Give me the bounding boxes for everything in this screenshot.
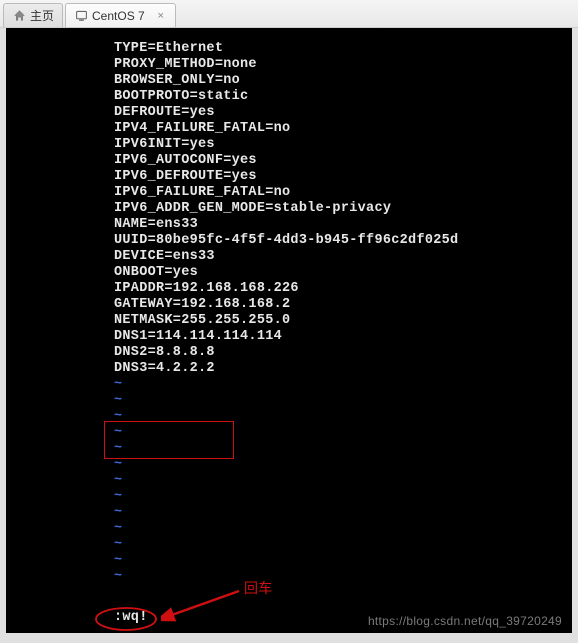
tilde-line: ~ [6, 457, 572, 473]
vim-command: :wq! [114, 610, 148, 626]
tilde-line: ~ [6, 441, 572, 457]
config-line: TYPE=Ethernet [6, 41, 572, 57]
config-line: DNS3=4.2.2.2 [6, 361, 572, 377]
config-line: UUID=80be95fc-4f5f-4dd3-b945-ff96c2df025… [6, 233, 572, 249]
config-line: DEFROUTE=yes [6, 105, 572, 121]
config-line: DNS1=114.114.114.114 [6, 329, 572, 345]
config-line: IPV6_AUTOCONF=yes [6, 153, 572, 169]
config-line: PROXY_METHOD=none [6, 57, 572, 73]
home-icon [12, 9, 26, 23]
tilde-line: ~ [6, 537, 572, 553]
tilde-line: ~ [6, 553, 572, 569]
config-line: IPV4_FAILURE_FATAL=no [6, 121, 572, 137]
close-icon[interactable]: × [155, 10, 167, 22]
config-line: NETMASK=255.255.255.0 [6, 313, 572, 329]
tilde-lines: ~~~~~~~~~~~~~ [6, 377, 572, 585]
tilde-line: ~ [6, 489, 572, 505]
config-line: IPADDR=192.168.168.226 [6, 281, 572, 297]
tilde-line: ~ [6, 377, 572, 393]
tilde-line: ~ [6, 425, 572, 441]
config-content: TYPE=EthernetPROXY_METHOD=noneBROWSER_ON… [6, 41, 572, 377]
config-line: DNS2=8.8.8.8 [6, 345, 572, 361]
config-line: ONBOOT=yes [6, 265, 572, 281]
tilde-line: ~ [6, 569, 572, 585]
config-line: NAME=ens33 [6, 217, 572, 233]
tilde-line: ~ [6, 409, 572, 425]
watermark: https://blog.csdn.net/qq_39720249 [368, 613, 562, 629]
tilde-line: ~ [6, 473, 572, 489]
config-line: IPV6_DEFROUTE=yes [6, 169, 572, 185]
tab-centos-label: CentOS 7 [92, 9, 145, 23]
terminal[interactable]: TYPE=EthernetPROXY_METHOD=noneBROWSER_ON… [6, 28, 572, 633]
config-line: BROWSER_ONLY=no [6, 73, 572, 89]
tab-centos[interactable]: CentOS 7 × [65, 3, 176, 27]
tilde-line: ~ [6, 521, 572, 537]
vm-icon [74, 9, 88, 23]
tab-home[interactable]: 主页 [3, 3, 63, 27]
annotation-enter: 回车 [244, 580, 273, 596]
tabs-bar: 主页 CentOS 7 × [0, 0, 578, 28]
tab-home-label: 主页 [30, 7, 54, 24]
config-line: IPV6INIT=yes [6, 137, 572, 153]
config-line: DEVICE=ens33 [6, 249, 572, 265]
config-line: GATEWAY=192.168.168.2 [6, 297, 572, 313]
tilde-line: ~ [6, 505, 572, 521]
config-line: BOOTPROTO=static [6, 89, 572, 105]
tilde-line: ~ [6, 393, 572, 409]
config-line: IPV6_FAILURE_FATAL=no [6, 185, 572, 201]
arrow-annotation [161, 583, 251, 623]
config-line: IPV6_ADDR_GEN_MODE=stable-privacy [6, 201, 572, 217]
